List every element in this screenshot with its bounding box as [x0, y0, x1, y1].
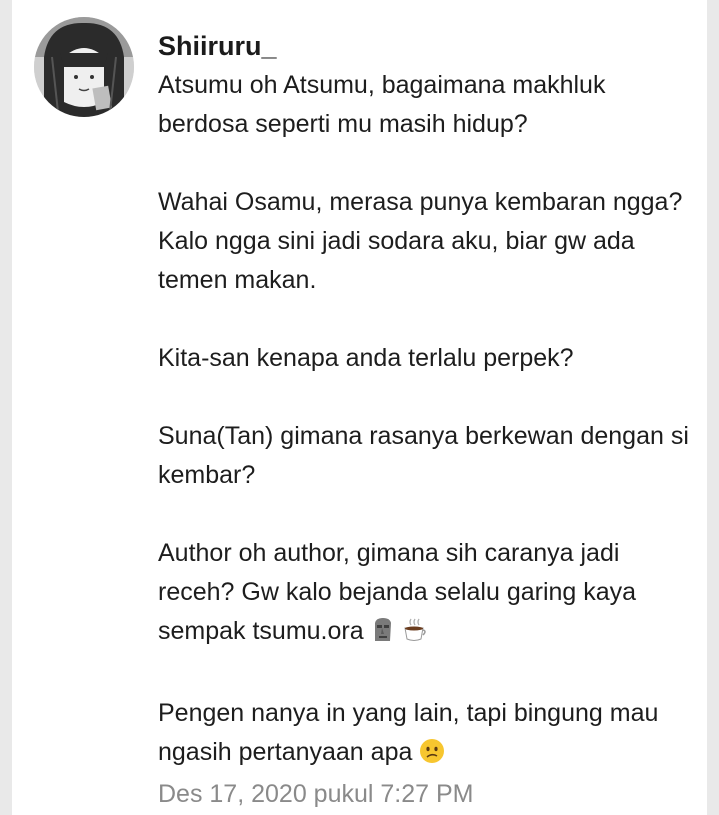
- username[interactable]: Shiiruru_: [158, 26, 703, 66]
- comment-paragraph: Wahai Osamu, merasa punya kembaran ngga?…: [158, 188, 683, 294]
- comment-paragraph-with-emoji: Author oh author, gimana sih caranya jad…: [158, 534, 703, 655]
- comment-paragraph: Suna(Tan) gimana rasanya berkewan dengan…: [158, 422, 689, 489]
- comment-card: Shiiruru_ Atsumu oh Atsumu, bagaimana ma…: [12, 0, 707, 815]
- avatar[interactable]: [34, 17, 134, 117]
- comment-paragraph-text: Pengen nanya in yang lain, tapi bingung …: [158, 699, 659, 766]
- moai-emoji-icon: [371, 616, 395, 655]
- comment-paragraph: Kita-san kenapa anda terlalu perpek?: [158, 344, 574, 372]
- hot-beverage-icon: [402, 616, 428, 655]
- avatar-image: [34, 17, 134, 117]
- comment-content: Shiiruru_ Atsumu oh Atsumu, bagaimana ma…: [158, 26, 703, 812]
- comment-paragraph: Atsumu oh Atsumu, bagaimana makhluk berd…: [158, 71, 606, 138]
- confused-face-emoji-icon: [419, 737, 445, 776]
- comment-paragraph-text: Author oh author, gimana sih caranya jad…: [158, 539, 637, 645]
- comment-paragraph-with-emoji: Pengen nanya in yang lain, tapi bingung …: [158, 694, 703, 776]
- comment-timestamp: Des 17, 2020 pukul 7:27 PM: [158, 780, 474, 808]
